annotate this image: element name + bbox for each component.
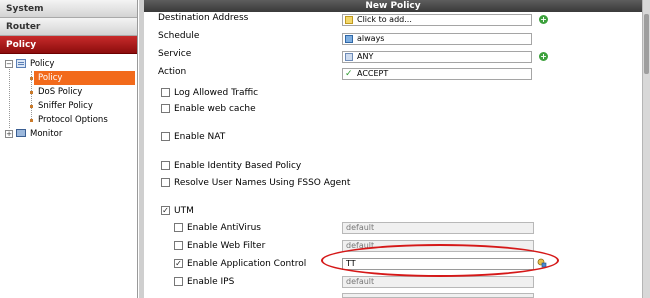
- tree-item-protocol-options[interactable]: Protocol Options: [0, 113, 137, 127]
- plus-icon: +: [540, 52, 547, 61]
- scrollbar-thumb[interactable]: [644, 14, 649, 74]
- service-icon: [345, 53, 353, 61]
- enable-web-filter-label: Enable Web Filter: [187, 241, 266, 251]
- enable-antivirus-label: Enable AntiVirus: [187, 223, 261, 233]
- enable-web-filter-checkbox[interactable]: [174, 241, 183, 250]
- add-destination-button[interactable]: +: [539, 15, 548, 24]
- bullet-icon: [30, 105, 33, 108]
- destination-address-label: Destination Address: [158, 13, 249, 23]
- antivirus-profile-select[interactable]: default: [342, 222, 534, 234]
- service-field[interactable]: ANY: [342, 51, 532, 63]
- check-icon: ✓: [345, 69, 353, 79]
- annotation-ellipse: [321, 244, 559, 277]
- tree-item-label: DoS Policy: [38, 87, 83, 97]
- enable-identity-policy-label: Enable Identity Based Policy: [174, 161, 302, 171]
- tree-node-monitor[interactable]: + Monitor: [0, 127, 137, 141]
- action-label: Action: [158, 67, 187, 77]
- tree-node-label: Policy: [30, 59, 55, 69]
- collapse-icon[interactable]: −: [5, 60, 13, 68]
- add-service-button[interactable]: +: [539, 52, 548, 61]
- monitor-icon: [16, 129, 26, 137]
- expand-icon[interactable]: +: [5, 130, 13, 138]
- tree-node-label: Monitor: [30, 129, 63, 139]
- nav-section-policy[interactable]: Policy: [0, 36, 137, 54]
- destination-address-field[interactable]: Click to add...: [342, 14, 532, 26]
- tree-item-policy[interactable]: Policy: [0, 71, 137, 85]
- service-label: Service: [158, 49, 192, 59]
- policy-folder-icon: [16, 59, 26, 68]
- enable-application-control-checkbox[interactable]: ✓: [174, 259, 183, 268]
- resolve-user-names-label: Resolve User Names Using FSSO Agent: [174, 178, 351, 188]
- tree-item-label: Sniffer Policy: [38, 101, 93, 111]
- next-profile-partial: [342, 293, 534, 298]
- schedule-label: Schedule: [158, 31, 200, 41]
- action-value: ACCEPT: [357, 69, 389, 78]
- panel-title: New Policy: [144, 0, 642, 12]
- bullet-icon: [30, 91, 33, 94]
- enable-ips-label: Enable IPS: [187, 277, 235, 287]
- bullet-icon: [30, 119, 33, 122]
- plus-icon: +: [540, 15, 547, 24]
- left-navigation: System Router Policy − Policy Policy DoS…: [0, 0, 138, 298]
- enable-nat-label: Enable NAT: [174, 132, 226, 142]
- enable-application-control-label: Enable Application Control: [187, 259, 307, 269]
- ips-profile-select[interactable]: default: [342, 276, 534, 288]
- enable-nat-checkbox[interactable]: [161, 132, 170, 141]
- log-allowed-traffic-checkbox[interactable]: [161, 88, 170, 97]
- enable-web-cache-label: Enable web cache: [174, 104, 256, 114]
- log-allowed-traffic-label: Log Allowed Traffic: [174, 88, 259, 98]
- bullet-icon: [30, 77, 33, 80]
- address-icon: [345, 16, 353, 24]
- tree-item-sniffer-policy[interactable]: Sniffer Policy: [0, 99, 137, 113]
- utm-checkbox[interactable]: ✓: [161, 206, 170, 215]
- schedule-field[interactable]: always: [342, 33, 532, 45]
- policy-tree: − Policy Policy DoS Policy Sniffer Polic…: [0, 54, 137, 141]
- tree-item-dos-policy[interactable]: DoS Policy: [0, 85, 137, 99]
- vertical-scrollbar[interactable]: [642, 0, 650, 298]
- tree-item-label: Policy: [38, 73, 63, 83]
- enable-web-cache-checkbox[interactable]: [161, 104, 170, 113]
- enable-ips-checkbox[interactable]: [174, 277, 183, 286]
- panel-border: [139, 0, 144, 298]
- action-field[interactable]: ✓ ACCEPT: [342, 68, 532, 80]
- resolve-user-names-checkbox[interactable]: [161, 178, 170, 187]
- schedule-icon: [345, 35, 353, 43]
- nav-section-router[interactable]: Router: [0, 18, 137, 36]
- policy-editor: New Policy Destination Address Click to …: [139, 0, 650, 298]
- utm-label: UTM: [174, 206, 194, 216]
- tree-node-policy-group[interactable]: − Policy: [0, 57, 137, 71]
- schedule-value: always: [357, 34, 385, 43]
- enable-identity-policy-checkbox[interactable]: [161, 161, 170, 170]
- enable-antivirus-checkbox[interactable]: [174, 223, 183, 232]
- service-value: ANY: [357, 52, 374, 61]
- destination-address-value: Click to add...: [357, 15, 412, 24]
- tree-item-label: Protocol Options: [38, 115, 108, 125]
- nav-section-system[interactable]: System: [0, 0, 137, 18]
